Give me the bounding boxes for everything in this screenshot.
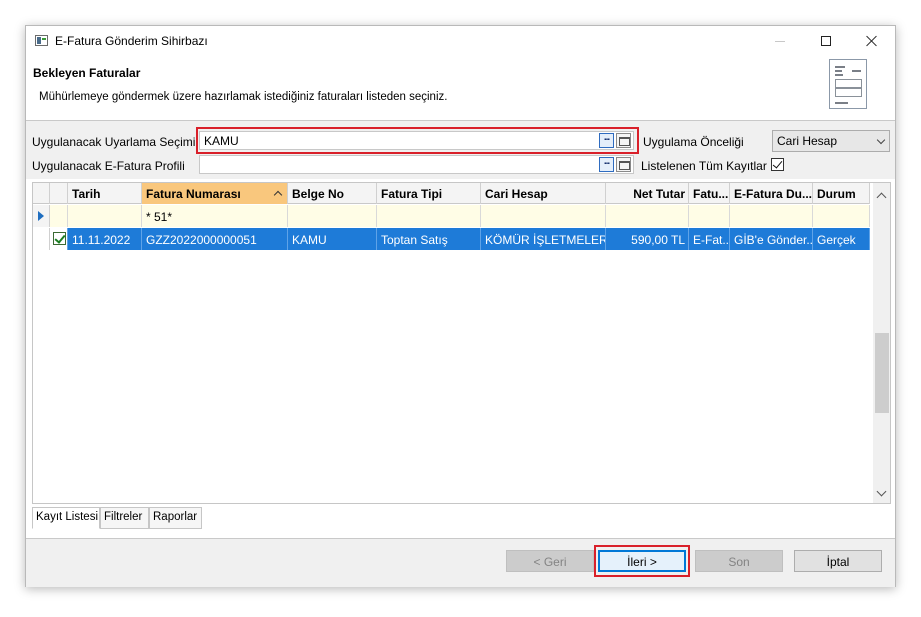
warning-selection-highlight — [196, 127, 639, 154]
cell-account: KÖMÜR İŞLETMELER ... — [481, 228, 606, 250]
priority-label: Uygulama Önceliği — [643, 135, 744, 149]
cell-invoice-type: Toptan Satış — [377, 228, 481, 250]
tab-filters[interactable]: Filtreler — [100, 507, 149, 529]
wizard-window: E-Fatura Gönderim Sihirbazı Bekleyen Fat… — [25, 25, 896, 587]
grid-header: Tarih Fatura Numarası Belge No Fatura Ti… — [33, 183, 870, 204]
window-title: E-Fatura Gönderim Sihirbazı — [55, 34, 208, 48]
profile-list-button[interactable] — [616, 157, 631, 172]
sort-ascending-icon — [273, 190, 283, 200]
wizard-header: Bekleyen Faturalar Mühürlemeye göndermek… — [26, 56, 895, 120]
tab-reports[interactable]: Raporlar — [149, 507, 202, 529]
filter-cell-date[interactable] — [68, 205, 142, 227]
priority-value: Cari Hesap — [777, 134, 838, 148]
filter-cell-invoice-type[interactable] — [377, 205, 481, 227]
maximize-button[interactable] — [803, 26, 849, 56]
finish-button[interactable]: Son — [695, 550, 783, 572]
scroll-thumb[interactable] — [875, 333, 889, 413]
list-all-checkbox[interactable] — [771, 158, 784, 171]
cancel-button[interactable]: İptal — [794, 550, 882, 572]
column-header-net-amount[interactable]: Net Tutar — [606, 183, 689, 204]
column-header-document-no[interactable]: Belge No — [288, 183, 377, 204]
column-header-account[interactable]: Cari Hesap — [481, 183, 606, 204]
current-row-icon — [38, 211, 44, 221]
close-icon — [866, 35, 878, 47]
chevron-down-icon — [876, 135, 886, 145]
minimize-icon — [775, 40, 785, 42]
profile-label: Uygulanacak E-Fatura Profili — [32, 159, 185, 173]
filter-cell-document-no[interactable] — [288, 205, 377, 227]
cell-document-no: KAMU — [288, 228, 377, 250]
invoice-document-icon — [829, 59, 867, 109]
close-button[interactable] — [849, 26, 895, 56]
header-indicator — [33, 183, 50, 204]
priority-select[interactable]: Cari Hesap — [772, 130, 890, 152]
column-header-date[interactable]: Tarih — [68, 183, 142, 204]
filter-row-indicator — [33, 205, 50, 227]
next-button-highlight — [594, 545, 690, 577]
list-all-label: Listelenen Tüm Kayıtlar — [641, 159, 767, 173]
doc-line — [835, 66, 845, 68]
app-icon — [35, 35, 48, 46]
filter-cell-efatura-status[interactable] — [730, 205, 813, 227]
column-header-efatura-status[interactable]: E-Fatura Du... — [730, 183, 813, 204]
row-check-cell[interactable] — [50, 228, 68, 250]
scroll-down-icon[interactable] — [876, 486, 887, 497]
filter-cell-net-amount[interactable] — [606, 205, 689, 227]
column-header-invoice-number-label: Fatura Numarası — [146, 187, 241, 201]
doc-line — [835, 70, 842, 72]
filter-cell-invoice-short[interactable] — [689, 205, 730, 227]
row-indicator — [33, 228, 50, 250]
minimize-button[interactable] — [757, 26, 803, 56]
doc-line — [835, 102, 848, 104]
tab-record-list[interactable]: Kayıt Listesi — [32, 507, 100, 529]
profile-browse-button[interactable]: ... — [599, 157, 614, 172]
column-header-invoice-number[interactable]: Fatura Numarası — [142, 183, 288, 204]
cell-invoice-short: E-Fat... — [689, 228, 730, 250]
doc-table — [835, 88, 862, 97]
cell-efatura-status: GİB'e Gönder... — [730, 228, 813, 250]
doc-table — [835, 79, 862, 88]
cell-status: Gerçek — [813, 228, 870, 250]
maximize-icon — [821, 36, 831, 46]
title-bar: E-Fatura Gönderim Sihirbazı — [26, 26, 895, 56]
column-header-status[interactable]: Durum — [813, 183, 870, 204]
scroll-up-icon[interactable] — [876, 192, 887, 203]
profile-field[interactable]: ... — [199, 155, 634, 174]
page-description: Mühürlemeye göndermek üzere hazırlamak i… — [39, 91, 448, 103]
header-check — [50, 183, 68, 204]
filter-cell-account[interactable] — [481, 205, 606, 227]
column-header-invoice-short[interactable]: Fatu... — [689, 183, 730, 204]
cell-date: 11.11.2022 — [68, 228, 142, 250]
cell-net-amount: 590,00 TL — [606, 228, 689, 250]
warning-selection-label: Uygulanacak Uyarlama Seçimi — [32, 135, 196, 149]
filter-cell-status[interactable] — [813, 205, 870, 227]
cell-invoice-number: GZZ2022000000051 — [142, 228, 288, 250]
doc-line — [835, 74, 843, 76]
row-checkbox[interactable] — [53, 232, 66, 245]
filter-row: * 51* — [33, 205, 870, 227]
invoice-grid: Tarih Fatura Numarası Belge No Fatura Ti… — [32, 182, 891, 504]
column-header-invoice-type[interactable]: Fatura Tipi — [377, 183, 481, 204]
back-button[interactable]: < Geri — [506, 550, 594, 572]
table-row[interactable]: 11.11.2022 GZZ2022000000051 KAMU Toptan … — [33, 228, 870, 250]
doc-line — [852, 70, 861, 72]
page-title: Bekleyen Faturalar — [33, 66, 141, 80]
filter-cell-invoice-number[interactable]: * 51* — [142, 205, 288, 227]
filter-cell[interactable] — [50, 205, 68, 227]
grid-vertical-scrollbar[interactable] — [873, 183, 890, 503]
